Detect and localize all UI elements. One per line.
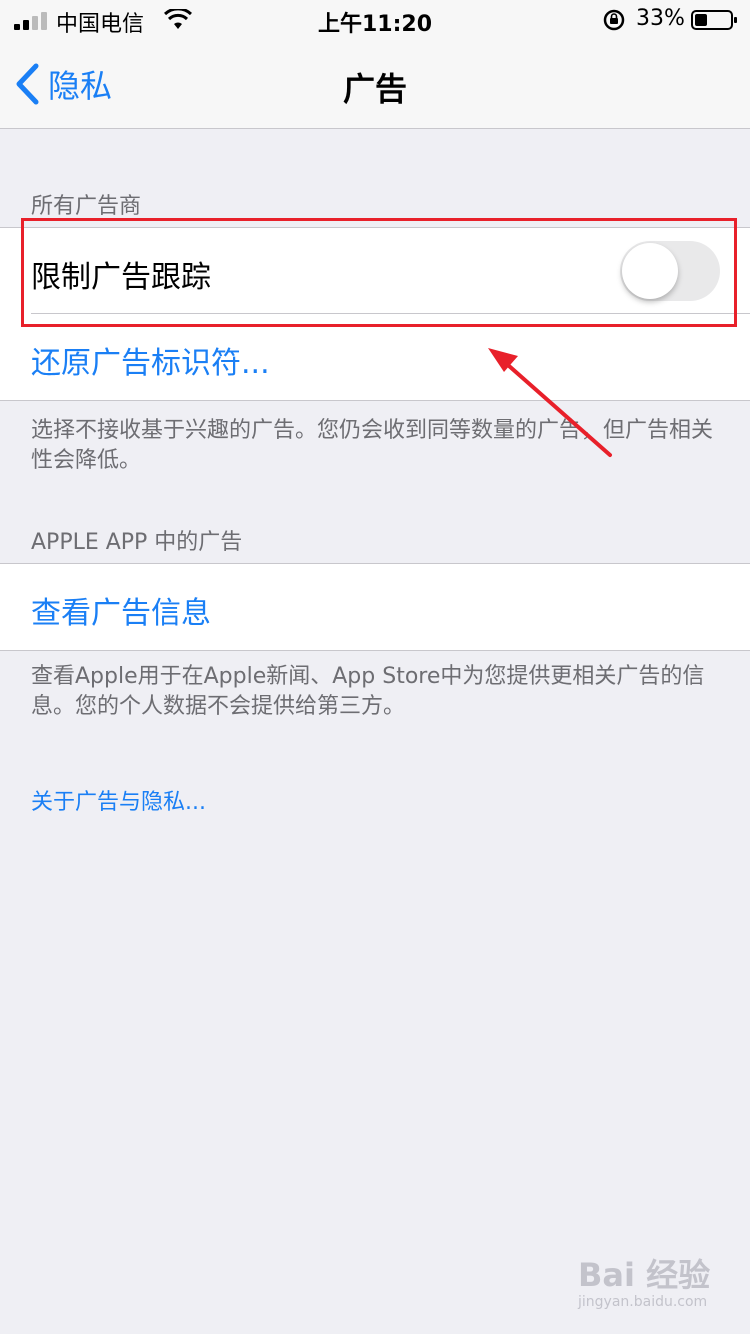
apple-ads-footer: 查看Apple用于在Apple新闻、App Store中为您提供更相关广告的信息… <box>31 664 705 719</box>
annotation-highlight-box <box>21 218 737 327</box>
rotation-lock-icon <box>603 9 625 31</box>
watermark-logo: Bai 经验 <box>578 1256 711 1294</box>
battery-percent: 33% <box>636 6 685 31</box>
view-ad-info-link[interactable]: 查看广告信息 <box>31 588 211 632</box>
watermark-url: jingyan.baidu.com <box>578 1294 708 1310</box>
reset-identifier-link[interactable]: 还原广告标识符... <box>31 338 270 382</box>
all-advertisers-footer: 选择不接收基于兴趣的广告。您仍会收到同等数量的广告，但广告相关性会降低。 <box>31 418 714 473</box>
section-header-all-advertisers: 所有广告商 <box>31 194 142 219</box>
page-title: 广告 <box>342 70 407 108</box>
apple-ads-group: 查看广告信息 <box>0 563 750 651</box>
about-ads-privacy-link[interactable]: 关于广告与隐私... <box>31 784 206 816</box>
screen: 中国电信 上午11:20 33% 隐私 广告 所有广告商 限制广告跟踪 还原广告… <box>0 0 750 1334</box>
status-bar: 中国电信 上午11:20 33% <box>0 0 750 40</box>
baidu-watermark: Bai 经验 jingyan.baidu.com <box>578 1250 728 1320</box>
navigation-bar: 隐私 广告 <box>0 40 750 129</box>
view-ad-info-cell[interactable]: 查看广告信息 <box>0 564 750 650</box>
section-header-apple-ads: APPLE APP 中的广告 <box>31 530 243 555</box>
battery-icon <box>691 10 737 30</box>
